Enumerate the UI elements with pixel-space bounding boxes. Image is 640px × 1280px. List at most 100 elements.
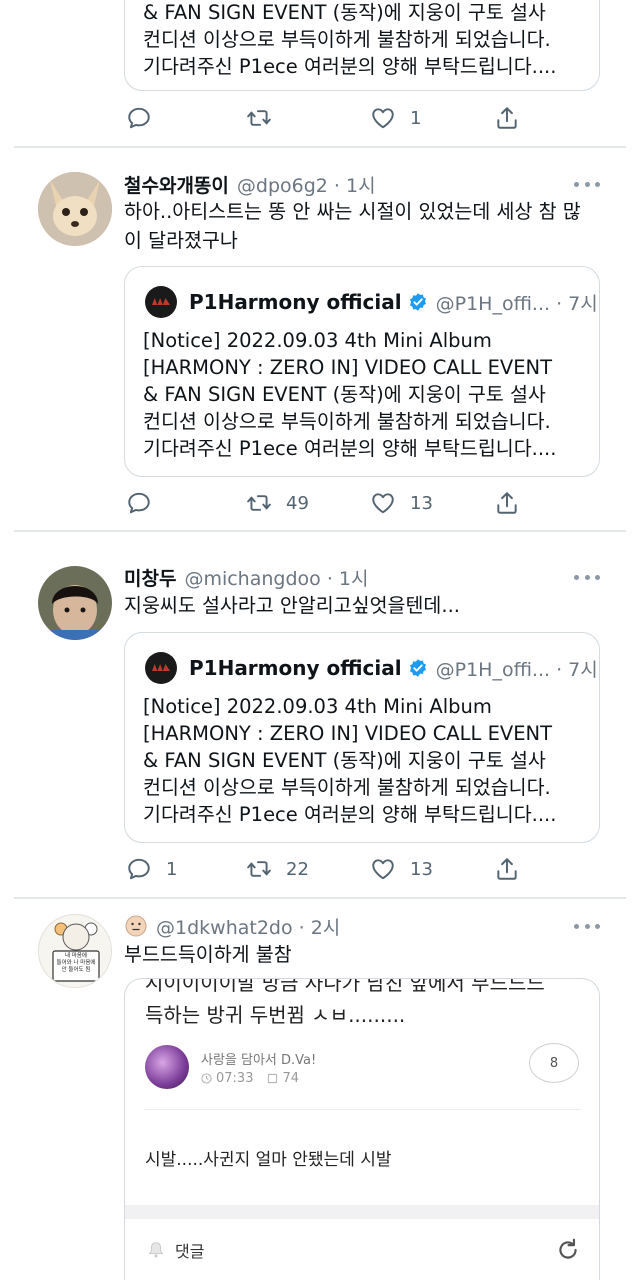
tweet-actions: 49 13 bbox=[124, 485, 544, 521]
tweet-header: 철수와개똥이 @dpo6g2 · 1시 bbox=[124, 170, 376, 198]
handle-time[interactable]: @dpo6g2 · 1시 bbox=[237, 171, 376, 198]
quote-card[interactable]: & FAN SIGN EVENT (동작)에 지웅이 구토 설사 컨디션 이상으… bbox=[124, 0, 600, 91]
post-body: 시발.....사귄지 얼마 안됐는데 시발 bbox=[145, 1150, 392, 1170]
divider bbox=[14, 530, 626, 532]
tweet-header: 미창두 @michangdoo · 1시 bbox=[124, 563, 368, 591]
quote-handle-time: @P1H_offi... · 7시 bbox=[435, 658, 598, 681]
quote-line: 기다려주신 P1ece 여러분의 양해 부탁드립니다.... bbox=[143, 437, 557, 460]
retweet-icon bbox=[247, 495, 271, 511]
tweet-actions: 1 bbox=[124, 100, 544, 136]
comment-bar[interactable]: 댓글 bbox=[125, 1219, 599, 1280]
comment-count-badge[interactable]: 8 bbox=[529, 1043, 579, 1083]
tweet-actions: 1 22 13 bbox=[124, 851, 544, 887]
verified-badge-icon bbox=[409, 659, 426, 677]
like-count: 13 bbox=[410, 858, 433, 880]
tweet-text-line: 하아..아티스트는 똥 안 싸는 시절이 있었는데 세상 참 많 bbox=[124, 200, 581, 223]
post-time: 07:33 bbox=[216, 1071, 254, 1086]
comment-count: 8 bbox=[549, 1055, 559, 1071]
quote-line: [HARMONY : ZERO IN] VIDEO CALL EVENT bbox=[143, 356, 553, 379]
handle-time[interactable]: @michangdoo · 1시 bbox=[184, 564, 368, 591]
retweet-icon bbox=[247, 110, 271, 126]
like-count: 13 bbox=[410, 492, 433, 514]
more-options-icon[interactable] bbox=[574, 573, 600, 581]
share-button[interactable] bbox=[494, 851, 520, 887]
tweet-text: 지웅씨도 설사라고 안알리고싶엇을텐데... bbox=[124, 591, 460, 620]
avatar[interactable] bbox=[38, 172, 112, 246]
like-button[interactable]: 13 bbox=[370, 851, 433, 887]
handle-time[interactable]: @1dkwhat2do · 2시 bbox=[156, 913, 340, 940]
avatar[interactable]: 내 마음에 들어와 나 마음에 안 들어도 됨 bbox=[38, 914, 112, 988]
quote-author-name: P1Harmony official bbox=[189, 290, 402, 314]
quote-line: 컨디션 이상으로 부득이하게 불참하게 되었습니다. bbox=[143, 410, 551, 433]
tweet-text-line: 부드드득이하게 불참 bbox=[124, 943, 292, 966]
display-name[interactable]: 미창두 bbox=[124, 564, 176, 591]
tweet-text: 하아..아티스트는 똥 안 싸는 시절이 있었는데 세상 참 많 이 달라졌구나 bbox=[124, 197, 581, 255]
verified-badge-icon bbox=[409, 293, 426, 311]
post-author-avatar bbox=[145, 1045, 189, 1089]
retweet-button[interactable] bbox=[246, 100, 272, 136]
display-name[interactable]: 철수와개똥이 bbox=[124, 171, 229, 198]
quote-line: 컨디션 이상으로 부득이하게 불참하게 되었습니다. bbox=[143, 28, 551, 51]
reply-icon bbox=[128, 492, 150, 514]
like-button[interactable]: 13 bbox=[370, 485, 433, 521]
retweet-button[interactable]: 22 bbox=[246, 851, 309, 887]
p1harmony-logo-icon bbox=[145, 286, 177, 318]
quote-line: 기다려주신 P1ece 여러분의 양해 부탁드립니다.... bbox=[143, 55, 557, 78]
retweet-button[interactable]: 49 bbox=[246, 485, 309, 521]
quote-line: 컨디션 이상으로 부득이하게 불참하게 되었습니다. bbox=[143, 776, 551, 799]
post-views: 74 bbox=[282, 1071, 300, 1086]
reply-button[interactable] bbox=[126, 100, 152, 136]
child-photo-avatar-icon bbox=[38, 566, 112, 640]
tweet-text: 부드드득이하게 불참 bbox=[124, 940, 292, 969]
post-footer-band bbox=[125, 1205, 599, 1219]
more-options-icon[interactable] bbox=[574, 180, 600, 188]
quote-line: & FAN SIGN EVENT (동작)에 지웅이 구토 설사 bbox=[143, 1, 546, 24]
comment-label: 댓글 bbox=[175, 1242, 205, 1261]
share-button[interactable] bbox=[494, 100, 520, 136]
bear-sign-avatar-icon bbox=[39, 915, 111, 987]
clock-icon bbox=[201, 1073, 212, 1084]
avatar-sign-line: 내 마음에 bbox=[65, 953, 87, 959]
post-author: 사랑을 담아서 D.Va! bbox=[201, 1053, 317, 1068]
post-separator bbox=[145, 1109, 581, 1110]
heart-icon bbox=[372, 859, 394, 880]
quote-line: & FAN SIGN EVENT (동작)에 지웅이 구토 설사 bbox=[143, 749, 546, 772]
quote-line: [HARMONY : ZERO IN] VIDEO CALL EVENT bbox=[143, 722, 553, 745]
heart-icon bbox=[372, 108, 394, 129]
quote-line: [Notice] 2022.09.03 4th Mini Album bbox=[143, 695, 492, 718]
post-title-line: 득하는 방귀 두번뀜 ㅅㅂ......... bbox=[145, 1003, 406, 1027]
share-button[interactable] bbox=[494, 485, 520, 521]
post-title-line: 시이이이이발 방금 사나가 남친 앞에서 부드드드 bbox=[145, 978, 545, 995]
like-button[interactable]: 1 bbox=[370, 100, 421, 136]
reply-icon bbox=[128, 858, 150, 880]
attached-screenshot[interactable]: 시이이이이발 방금 사나가 남친 앞에서 부드드드 득하는 방귀 두번뀜 ㅅㅂ.… bbox=[124, 978, 600, 1280]
divider bbox=[14, 146, 626, 148]
reply-icon bbox=[128, 107, 150, 129]
tweet-header: @1dkwhat2do · 2시 bbox=[124, 912, 340, 940]
share-icon bbox=[497, 858, 517, 880]
like-count: 1 bbox=[410, 107, 422, 129]
p1harmony-logo-icon bbox=[145, 652, 177, 684]
views-icon bbox=[268, 1073, 278, 1084]
reply-button[interactable] bbox=[126, 485, 152, 521]
tweet-text-line: 이 달라졌구나 bbox=[124, 229, 238, 252]
retweet-icon bbox=[247, 861, 271, 877]
refresh-icon[interactable] bbox=[555, 1237, 581, 1263]
quote-card[interactable]: P1Harmony official @P1H_offi... · 7시 [No… bbox=[124, 266, 600, 477]
avatar-sign-line: 들어와 나 마음에 bbox=[56, 960, 96, 966]
quote-line: & FAN SIGN EVENT (동작)에 지웅이 구토 설사 bbox=[143, 383, 546, 406]
more-options-icon[interactable] bbox=[574, 922, 600, 930]
quote-card[interactable]: P1Harmony official @P1H_offi... · 7시 [No… bbox=[124, 632, 600, 843]
quote-line: 기다려주신 P1ece 여러분의 양해 부탁드립니다.... bbox=[143, 803, 557, 826]
reply-button[interactable]: 1 bbox=[126, 851, 177, 887]
emoji-face-icon bbox=[125, 915, 147, 937]
divider bbox=[14, 897, 626, 899]
reply-count: 1 bbox=[166, 858, 178, 880]
bell-icon bbox=[148, 1242, 164, 1258]
heart-icon bbox=[372, 493, 394, 514]
avatar[interactable] bbox=[38, 566, 112, 640]
chihuahua-avatar-icon bbox=[38, 172, 112, 246]
quote-author-name: P1Harmony official bbox=[189, 656, 402, 680]
retweet-count: 49 bbox=[286, 492, 309, 514]
retweet-count: 22 bbox=[286, 858, 309, 880]
